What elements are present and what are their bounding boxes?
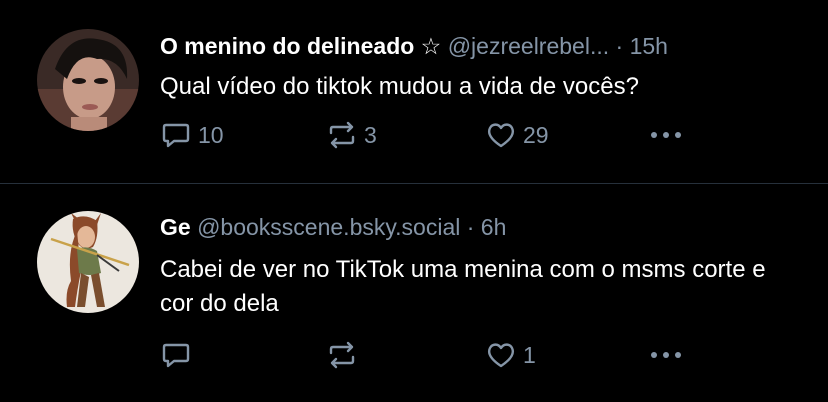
repost-button[interactable]: 3 (326, 118, 377, 152)
post-actions: 1 (160, 338, 700, 372)
author-name[interactable]: Ge (160, 214, 191, 240)
post-header: O menino do delineado ☆ @jezreelrebel...… (160, 33, 798, 59)
like-button[interactable]: 1 (485, 338, 536, 372)
post-time[interactable]: 15h (630, 33, 668, 59)
post-actions: 10 3 29 (160, 118, 700, 152)
like-count: 1 (523, 341, 536, 368)
reply-button[interactable]: 10 (160, 118, 224, 152)
post-text: Cabei de ver no TikTok uma menina com o … (160, 256, 766, 317)
avatar[interactable] (37, 29, 139, 131)
avatar-illustration-icon (37, 211, 139, 313)
repost-icon (329, 341, 355, 369)
author-handle[interactable]: @booksscene.bsky.social (197, 214, 460, 240)
post-time[interactable]: 6h (481, 214, 507, 240)
reply-count: 10 (198, 121, 224, 148)
post[interactable]: O menino do delineado ☆ @jezreelrebel...… (0, 0, 828, 183)
post-header: Ge @booksscene.bsky.social · 6h (160, 214, 798, 240)
more-icon (651, 352, 681, 358)
author-name[interactable]: O menino do delineado ☆ (160, 33, 441, 59)
like-count: 29 (523, 121, 549, 148)
like-button[interactable]: 29 (485, 118, 549, 152)
separator-dot: · (466, 214, 475, 240)
more-button[interactable] (648, 338, 684, 372)
avatar-photo-icon (37, 29, 139, 131)
separator-dot: · (615, 33, 624, 59)
repost-icon (329, 121, 355, 149)
heart-icon (487, 123, 515, 148)
heart-icon (487, 343, 515, 368)
reply-icon (162, 123, 190, 148)
repost-count: 3 (364, 121, 377, 148)
repost-button[interactable] (326, 338, 364, 372)
avatar[interactable] (37, 211, 139, 313)
author-handle[interactable]: @jezreelrebel... (448, 33, 609, 59)
reply-icon (162, 343, 190, 368)
reply-button[interactable] (160, 338, 198, 372)
more-button[interactable] (648, 118, 684, 152)
post[interactable]: Ge @booksscene.bsky.social · 6h Cabei de… (0, 184, 828, 402)
more-icon (651, 132, 681, 138)
post-text: Qual vídeo do tiktok mudou a vida de voc… (160, 73, 639, 100)
